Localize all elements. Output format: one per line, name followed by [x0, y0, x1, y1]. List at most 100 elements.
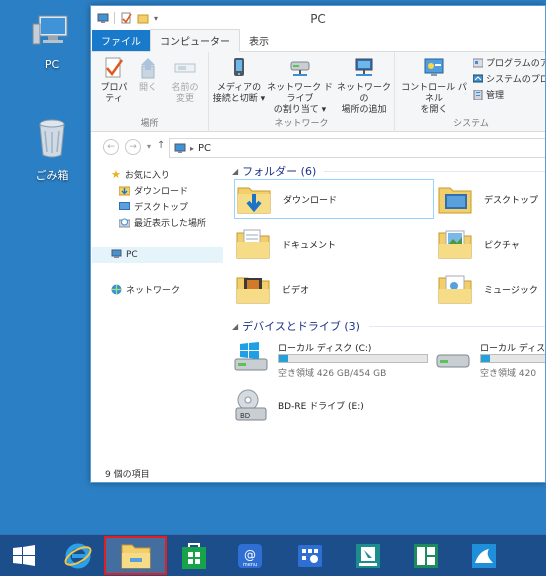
taskbar-menu-app[interactable]: @ menu: [230, 538, 270, 574]
folders-group-header[interactable]: ◢ フォルダー (6): [232, 163, 316, 179]
tab-computer[interactable]: コンピューター: [150, 29, 240, 52]
rename-label-1: 名前の: [171, 83, 199, 93]
folder-music[interactable]: ミュージック: [436, 269, 545, 309]
tab-view[interactable]: 表示: [240, 30, 278, 51]
taskbar-store[interactable]: [174, 538, 214, 574]
system-properties-button[interactable]: システムのプロパ: [473, 72, 545, 85]
navigation-pane: ★ お気に入り ダウンロード デスクトップ 最近表示した場所 PC ネットワーク: [91, 163, 224, 462]
control-panel-button[interactable]: コントロール パネル を開く: [397, 56, 471, 116]
nav-favorites-label: お気に入り: [124, 171, 170, 181]
drive-e[interactable]: BD BD-RE ドライブ (E:): [234, 388, 444, 428]
system-properties-icon: [473, 74, 483, 82]
music-folder-icon: [438, 275, 472, 304]
desktop-icon-recycle-bin[interactable]: ごみ箱: [17, 115, 87, 183]
uninstall-program-button[interactable]: プログラムのアン: [473, 56, 545, 69]
back-button[interactable]: ←: [103, 139, 119, 155]
control-panel-label-2: を開く: [420, 105, 448, 115]
collapse-icon: ◢: [232, 321, 239, 331]
rename-button[interactable]: 名前の 変更: [167, 56, 203, 105]
folder-desktop[interactable]: デスクトップ: [436, 179, 545, 219]
group-divider: [369, 326, 545, 327]
taskbar-snap-app[interactable]: [348, 538, 388, 574]
nav-favorites[interactable]: ★ お気に入り: [111, 168, 170, 181]
folders-header-label: フォルダー (6): [242, 165, 317, 178]
media-connect-button[interactable]: メディアの 接続と切断 ▾: [211, 56, 267, 105]
nav-desktop-label: デスクトップ: [134, 203, 189, 213]
drive-c-free-space: 空き領域 426 GB/454 GB: [278, 369, 387, 379]
manage-label: 管理: [486, 91, 505, 101]
item-count: 9 個の項目: [105, 470, 150, 480]
properties-label: プロパティ: [100, 83, 128, 104]
bd-drive-icon: BD: [235, 389, 267, 421]
desktop-icon-pc[interactable]: PC: [17, 10, 87, 71]
drive-d-usage-bar: [480, 354, 545, 363]
rename-icon: [174, 63, 196, 73]
store-icon: [182, 543, 206, 569]
hard-drive-icon: [436, 354, 470, 368]
drive-c[interactable]: ローカル ディスク (C:) 空き領域 426 GB/454 GB: [234, 341, 444, 381]
nav-network[interactable]: ネットワーク: [111, 283, 180, 296]
taskbar-azure-app[interactable]: [464, 538, 504, 574]
recent-places-icon: [119, 218, 130, 228]
svg-text:menu: menu: [243, 562, 257, 568]
taskbar-control-panel[interactable]: [290, 538, 330, 574]
folder-videos[interactable]: ビデオ: [234, 269, 434, 309]
media-label-1: メディアの: [216, 83, 262, 93]
media-label-2: 接続と切断 ▾: [212, 94, 266, 104]
nav-downloads-label: ダウンロード: [134, 187, 189, 197]
taskbar-app[interactable]: [406, 538, 446, 574]
tab-file[interactable]: ファイル: [92, 30, 150, 51]
pc-address-icon: [174, 143, 186, 153]
folder-downloads[interactable]: ダウンロード: [234, 179, 434, 219]
ribbon: プロパティ 開く 名前の 変更 場所 メディアの 接続と切断 ▾ ネットワーク …: [91, 52, 545, 132]
nav-desktop[interactable]: デスクトップ: [119, 200, 188, 213]
drive-d-usage-fill: [481, 355, 490, 362]
svg-text:BD: BD: [240, 412, 250, 420]
pc-nav-icon: [111, 249, 122, 258]
breadcrumb-pc[interactable]: PC: [198, 143, 211, 154]
start-icon: [13, 545, 35, 566]
app-icon: [414, 544, 438, 568]
open-icon: [141, 58, 155, 79]
drive-c-name: ローカル ディスク (C:): [278, 344, 372, 354]
folder-desktop-label: デスクトップ: [484, 195, 539, 206]
up-arrow-icon[interactable]: ↑: [157, 140, 165, 151]
folder-documents[interactable]: ドキュメント: [234, 224, 434, 264]
group-name-location: 場所: [140, 119, 159, 129]
add-network-location-button[interactable]: ネットワークの 場所の追加: [335, 56, 393, 116]
taskbar-file-explorer[interactable]: [104, 536, 167, 575]
nav-downloads[interactable]: ダウンロード: [119, 184, 188, 197]
open-button[interactable]: 開く: [135, 56, 161, 94]
desktop-folder-icon: [119, 202, 130, 210]
navigation-bar: ← → ▾ ↑ ▸ PC: [91, 132, 545, 162]
manage-button[interactable]: 管理: [473, 88, 504, 101]
address-bar[interactable]: ▸ PC: [169, 138, 545, 158]
media-device-icon: [234, 58, 244, 76]
recent-locations-icon[interactable]: ▾: [147, 142, 151, 151]
drive-d[interactable]: ローカル ディスク 空き領域 420: [436, 341, 545, 381]
nav-pc[interactable]: PC: [111, 249, 138, 260]
collapse-icon: ◢: [232, 166, 239, 176]
downloads-icon: [119, 186, 130, 196]
pictures-folder-icon: [438, 230, 472, 259]
start-button[interactable]: [4, 538, 44, 574]
open-label: 開く: [138, 83, 157, 93]
nav-recent-places[interactable]: 最近表示した場所: [119, 216, 206, 229]
drives-group-header[interactable]: ◢ デバイスとドライブ (3): [232, 318, 360, 334]
taskbar-internet-explorer[interactable]: [58, 538, 98, 574]
drive-e-name: BD-RE ドライブ (E:): [278, 402, 364, 412]
documents-folder-icon: [236, 229, 270, 259]
star-icon: ★: [111, 168, 121, 181]
folder-downloads-label: ダウンロード: [283, 195, 338, 206]
map-network-drive-button[interactable]: ネットワーク ドライブ の割り当て ▾: [267, 56, 333, 116]
programs-icon: [473, 58, 483, 67]
desktop-icon-label: PC: [44, 58, 60, 71]
folder-pictures[interactable]: ピクチャ: [436, 224, 545, 264]
computer-icon: [32, 15, 68, 45]
rename-label-2: 変更: [175, 94, 194, 104]
content-pane: ◢ フォルダー (6) ダウンロード デスクトップ ドキュメント ピクチャ ビデ…: [224, 163, 545, 462]
properties-button[interactable]: プロパティ: [97, 56, 131, 105]
forward-button[interactable]: →: [125, 139, 141, 155]
breadcrumb-separator-icon: ▸: [190, 143, 195, 153]
nav-pc-label: PC: [126, 249, 138, 260]
